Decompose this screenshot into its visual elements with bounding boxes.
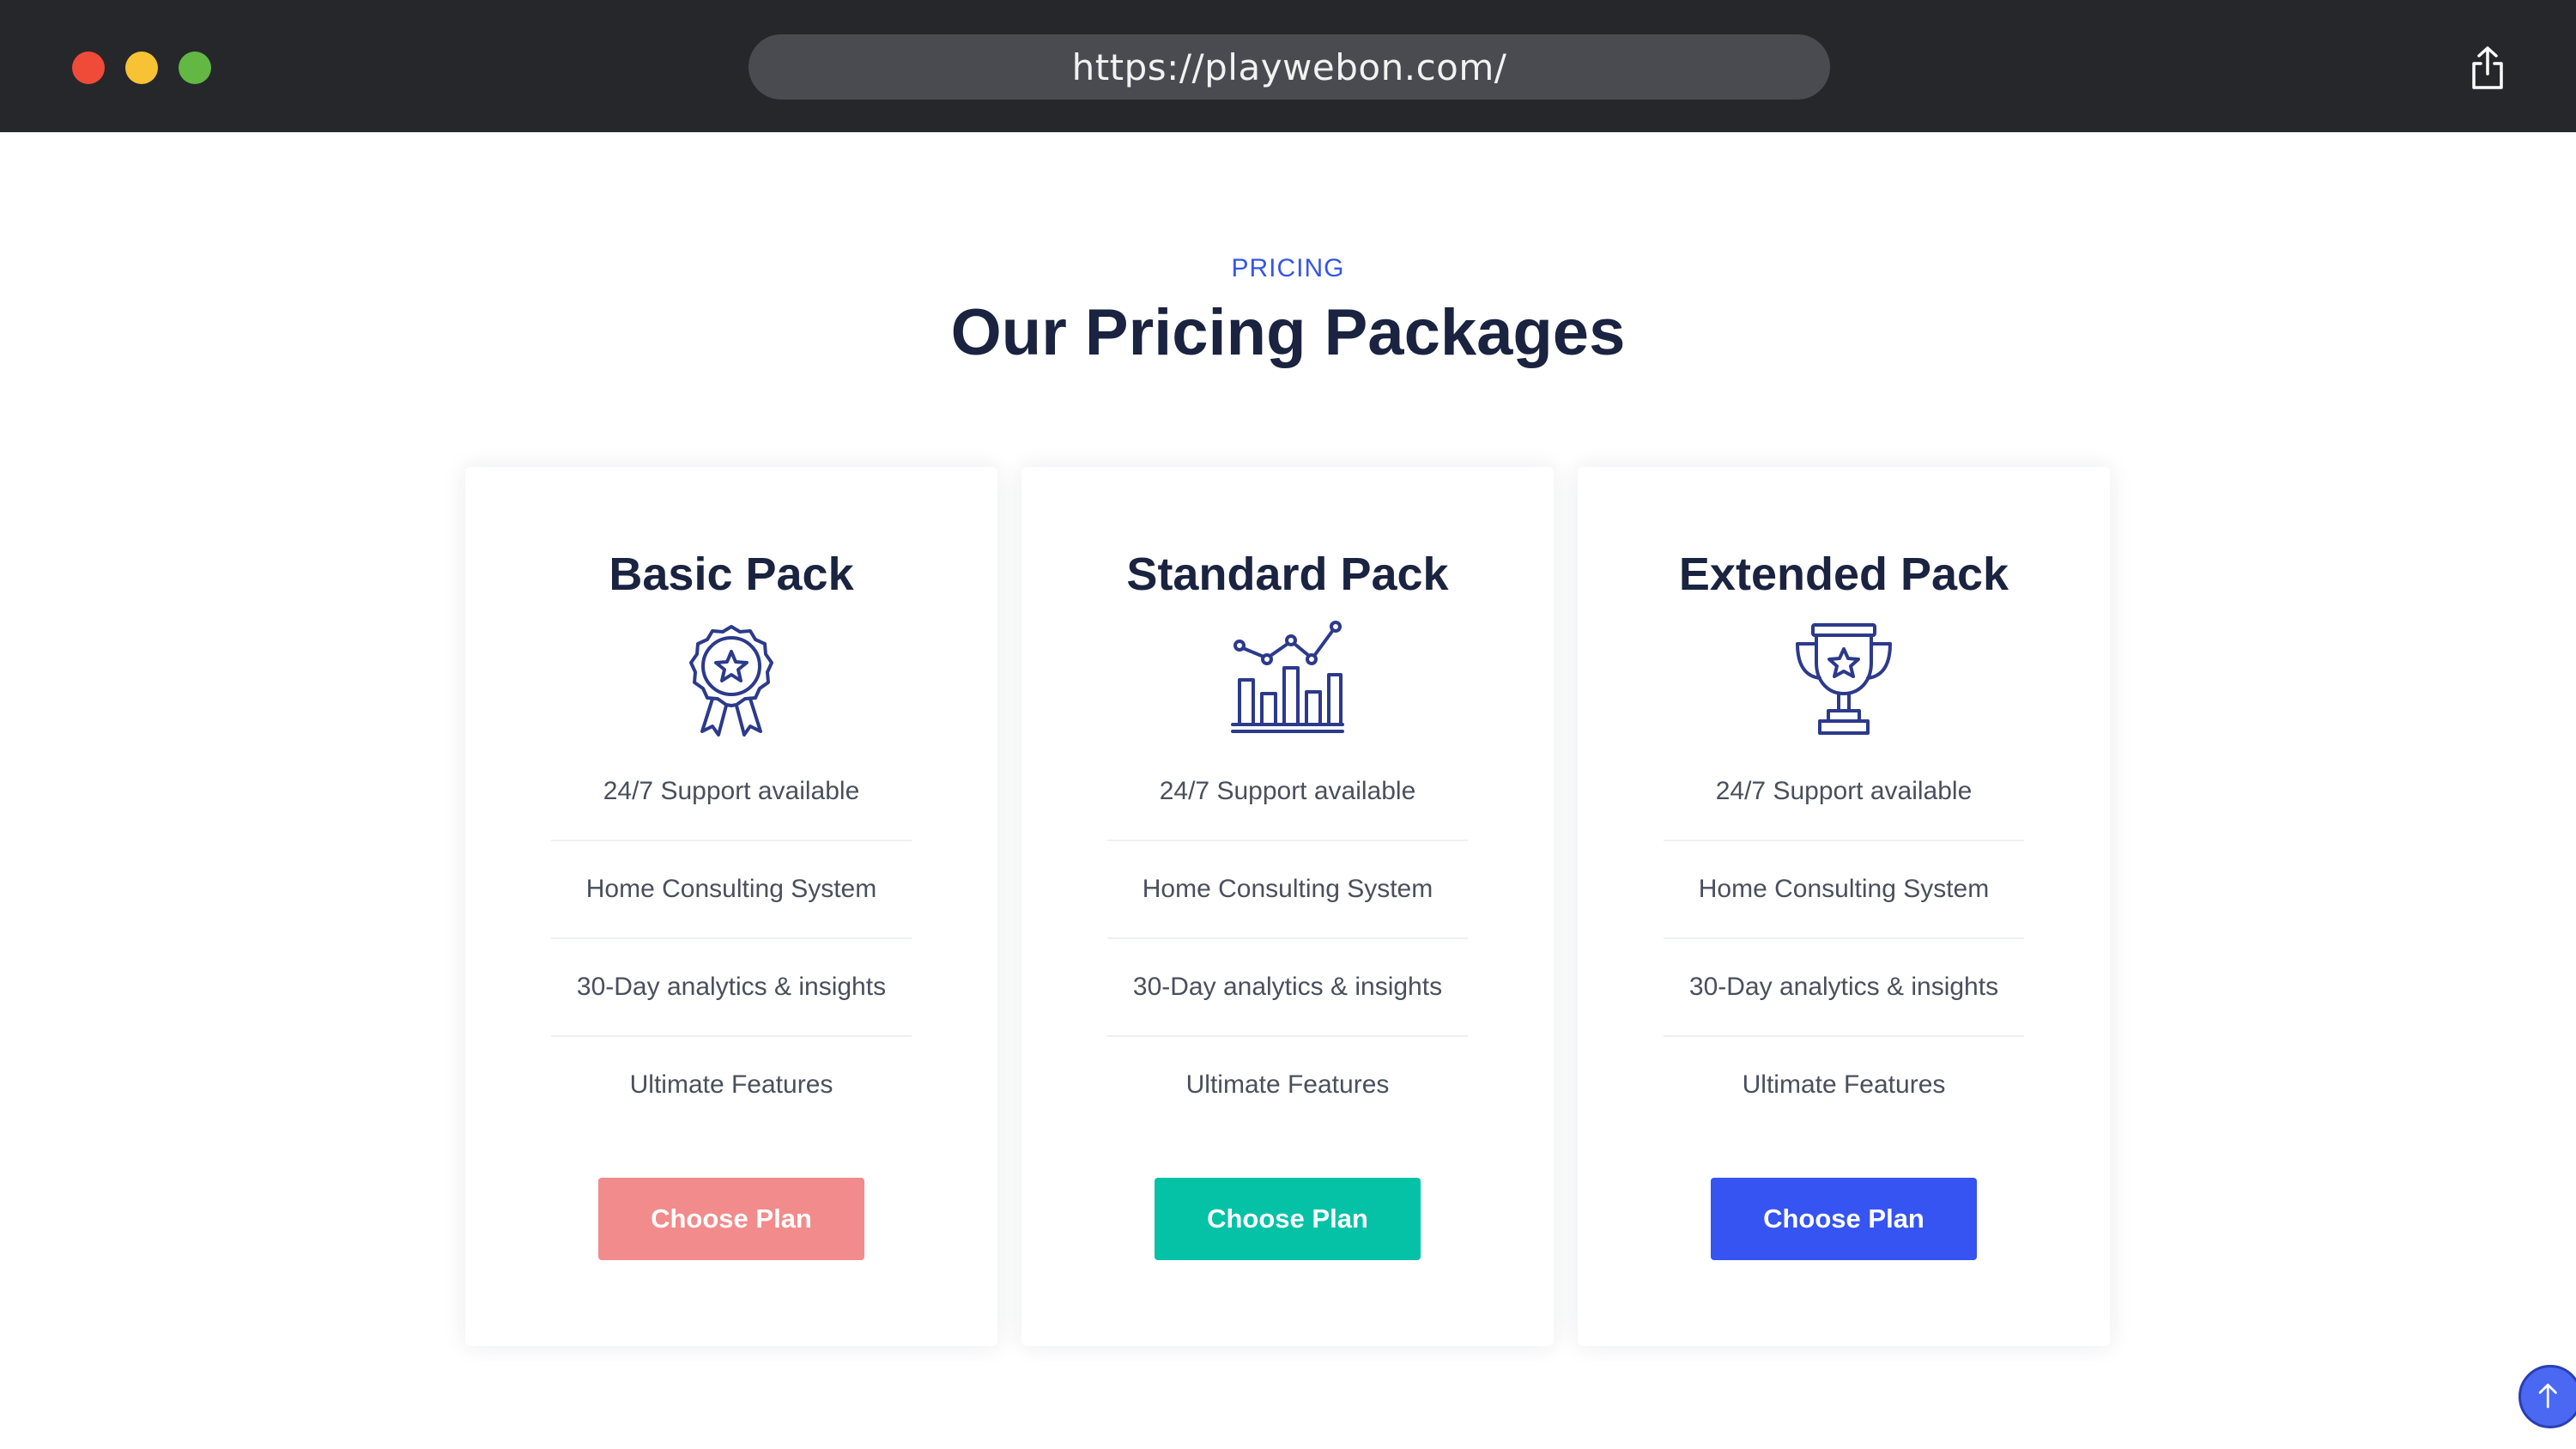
feature-list: 24/7 Support available Home Consulting S… <box>1664 743 2024 1135</box>
section-title: Our Pricing Packages <box>950 296 1626 369</box>
scroll-to-top-button[interactable] <box>2518 1365 2576 1428</box>
feature-item: Home Consulting System <box>1107 841 1468 939</box>
plan-name: Standard Pack <box>1126 549 1449 600</box>
bar-chart-icon <box>1231 621 1344 733</box>
plan-name: Extended Pack <box>1678 549 2009 600</box>
choose-plan-button-basic[interactable]: Choose Plan <box>598 1178 864 1260</box>
feature-item: 24/7 Support available <box>1664 743 2024 841</box>
close-window-button[interactable] <box>72 52 105 84</box>
feature-item: 24/7 Support available <box>551 743 912 841</box>
arrow-up-icon <box>2538 1383 2557 1409</box>
feature-item: Ultimate Features <box>629 1070 833 1099</box>
choose-plan-button-extended[interactable]: Choose Plan <box>1711 1178 1977 1260</box>
feature-item: Home Consulting System <box>551 841 912 939</box>
plan-name: Basic Pack <box>609 549 854 600</box>
browser-toolbar: https://playwebon.com/ <box>0 0 2576 132</box>
feature-list: 24/7 Support available Home Consulting S… <box>1107 743 1468 1135</box>
award-badge-icon <box>689 625 773 737</box>
share-icon[interactable] <box>2469 45 2506 91</box>
section-eyebrow: PRICING <box>1231 254 1345 282</box>
trophy-icon <box>1796 623 1892 735</box>
pricing-card-basic: Basic Pack 24/7 Support available Home C… <box>465 467 997 1346</box>
maximize-window-button[interactable] <box>179 52 211 84</box>
feature-item: 30-Day analytics & insights <box>1664 939 2024 1037</box>
feature-item: 30-Day analytics & insights <box>1107 939 1468 1037</box>
feature-item: Ultimate Features <box>1185 1070 1390 1099</box>
minimize-window-button[interactable] <box>125 52 158 84</box>
feature-item: Ultimate Features <box>1742 1070 1946 1099</box>
feature-item: 30-Day analytics & insights <box>551 939 912 1037</box>
address-bar[interactable]: https://playwebon.com/ <box>749 34 1830 100</box>
feature-item: Home Consulting System <box>1664 841 2024 939</box>
address-bar-url: https://playwebon.com/ <box>1071 45 1507 88</box>
page-content: PRICING Our Pricing Packages Basic Pack … <box>0 132 2576 1449</box>
pricing-card-standard: Standard Pack 24/7 Support available Hom… <box>1021 467 1554 1346</box>
choose-plan-button-standard[interactable]: Choose Plan <box>1155 1178 1421 1260</box>
feature-item: 24/7 Support available <box>1107 743 1468 841</box>
feature-list: 24/7 Support available Home Consulting S… <box>551 743 912 1135</box>
pricing-card-extended: Extended Pack 24/7 Support available Hom… <box>1578 467 2110 1346</box>
